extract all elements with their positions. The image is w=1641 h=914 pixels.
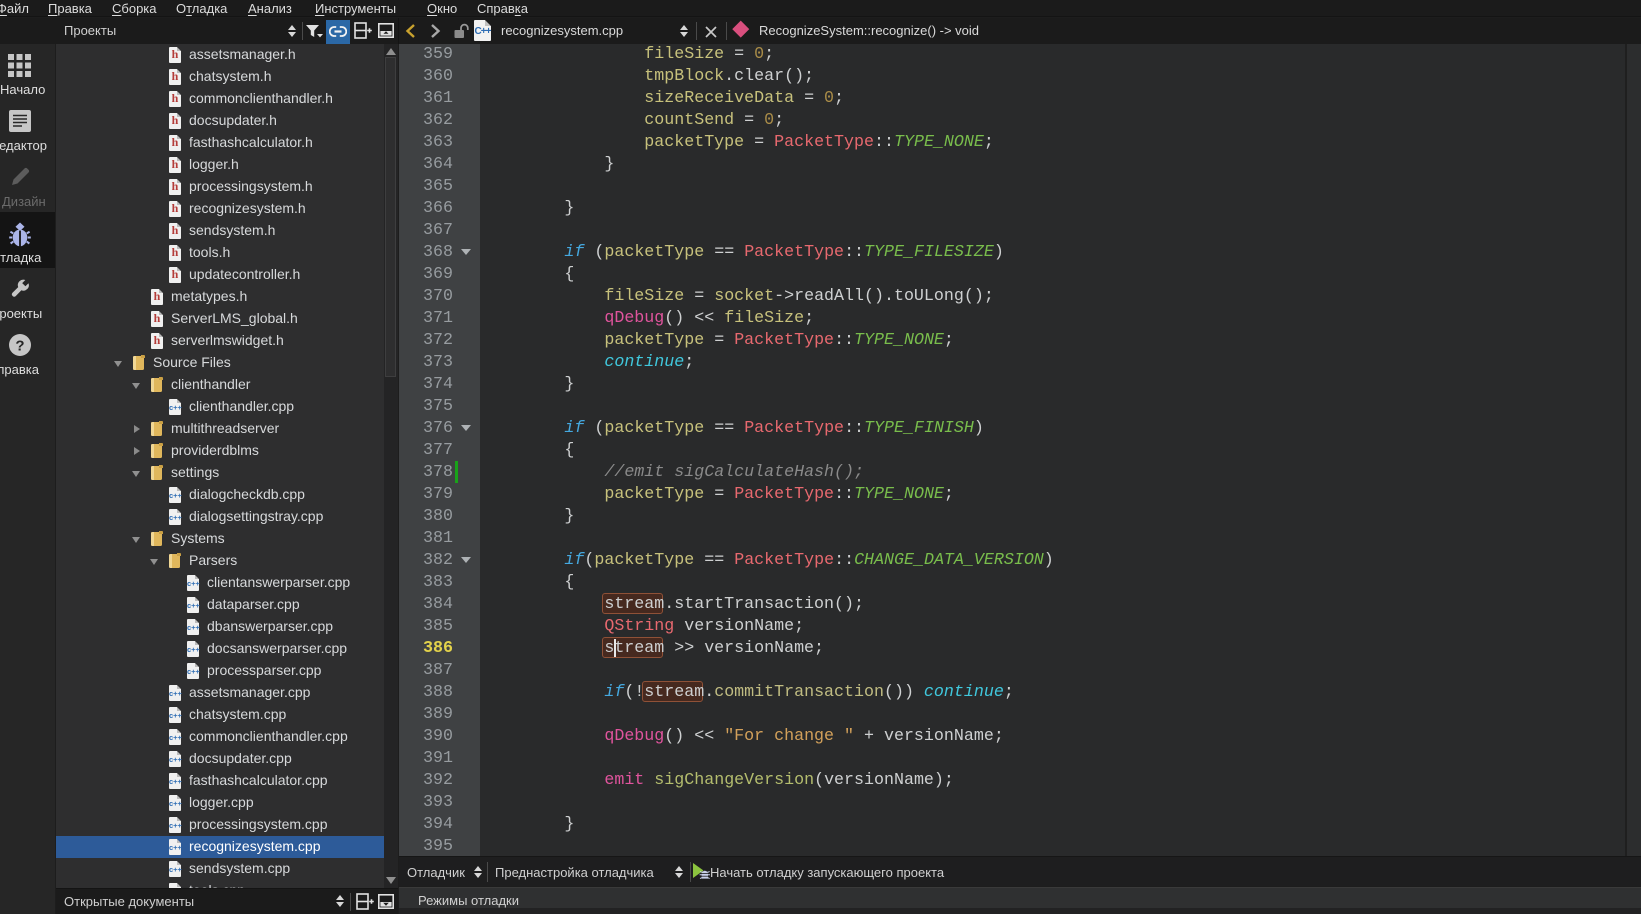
svg-text:?: ? — [15, 338, 24, 355]
